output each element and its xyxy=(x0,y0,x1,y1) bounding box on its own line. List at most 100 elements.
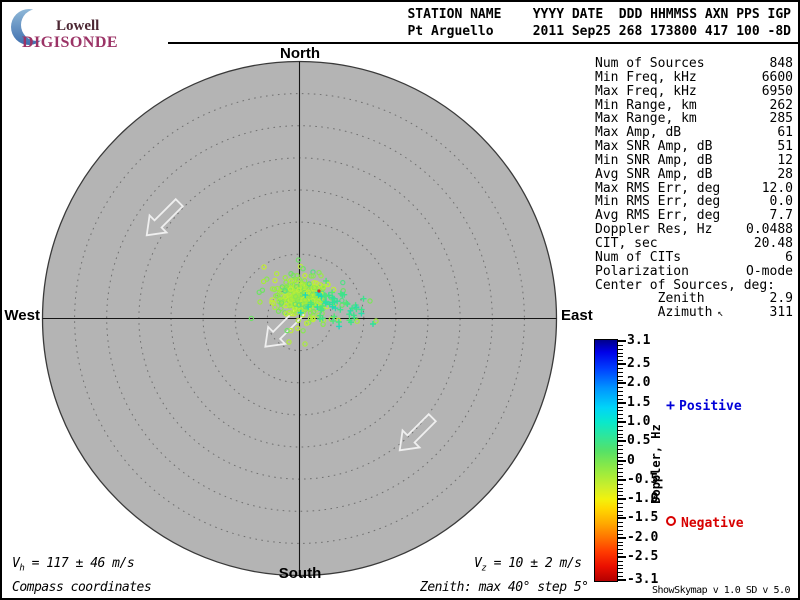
colorbar-gradient xyxy=(594,339,618,582)
stat-value: 12.0 xyxy=(761,180,793,196)
stat-label: Polarization xyxy=(595,263,689,279)
colorbar-tick-label: 3.1 xyxy=(627,333,651,348)
colorbar-tick-label: 1.0 xyxy=(627,414,651,429)
colorbar-minor-tick xyxy=(618,526,623,527)
stat-row: Num of CITs 6 xyxy=(595,249,793,265)
colorbar-tick-label: 0 xyxy=(627,452,635,468)
colorbar-minor-tick xyxy=(618,375,623,377)
colorbar-minor-tick xyxy=(618,410,623,412)
stat-label: Max Freq, kHz xyxy=(595,83,697,99)
colorbar-tick-label: -1.5 xyxy=(627,510,659,526)
header-column-labels: STATION NAME YYYY DATE DDD HHMMSS AXN PP… xyxy=(407,7,791,22)
colorbar-minor-tick xyxy=(618,379,623,381)
stat-label: Num of CITs xyxy=(595,249,682,265)
stat-value: 28 xyxy=(777,166,793,182)
legend-positive: + Positive xyxy=(666,396,742,414)
colorbar-major-tick xyxy=(617,459,626,462)
app-version: ShowSkymap v 1.0 SD v 5.0 xyxy=(652,585,791,596)
colorbar-minor-tick xyxy=(618,387,623,389)
stat-row: Max SNR Amp, dB 51 xyxy=(595,140,793,154)
coordinate-system-label: Compass coordinates xyxy=(12,580,152,595)
stat-row: Min SNR Amp, dB 12 xyxy=(595,154,793,168)
colorbar-minor-tick xyxy=(618,495,623,497)
stat-row: Center of Sources, deg: xyxy=(595,277,793,293)
stat-label: Min Freq, kHz xyxy=(595,69,697,85)
stat-value: O-mode xyxy=(746,263,793,279)
colorbar-major-tick xyxy=(617,536,626,539)
colorbar-minor-tick xyxy=(618,445,623,447)
stat-label: Doppler Res, Hz xyxy=(595,222,713,238)
colorbar-minor-tick xyxy=(618,395,623,396)
stat-label: Max RMS Err, deg xyxy=(595,180,721,196)
stat-label: Max Amp, dB xyxy=(595,125,682,141)
stat-label: Max SNR Amp, dB xyxy=(595,139,713,155)
colorbar-major-tick xyxy=(617,421,626,423)
zenith-range-note: Zenith: max 40° step 5° xyxy=(420,580,589,595)
stat-row: Min Range, km 262 xyxy=(595,97,793,113)
showskymap-window: Lowell DIGISONDE STATION NAME YYYY DATE … xyxy=(0,0,800,600)
vertical-velocity-readout: Vz = 10 ± 2 m/s xyxy=(474,556,582,574)
colorbar-minor-tick xyxy=(618,452,623,454)
colorbar-tick-label: 0.5 xyxy=(627,433,651,449)
stat-label: Avg SNR Amp, dB xyxy=(595,166,713,182)
colorbar-minor-tick xyxy=(618,533,623,535)
header-divider xyxy=(168,42,798,44)
colorbar-minor-tick xyxy=(618,541,623,543)
colorbar-minor-tick xyxy=(618,502,623,504)
colorbar-minor-tick xyxy=(618,456,623,458)
stat-row: Max Range, km 285 xyxy=(595,112,793,126)
colorbar-minor-tick xyxy=(618,344,623,346)
circle-marker-icon xyxy=(666,516,676,526)
colorbar-minor-tick xyxy=(618,472,623,474)
colorbar-minor-tick xyxy=(618,418,623,420)
colorbar-tick-label: -2.5 xyxy=(627,548,659,564)
colorbar-minor-tick xyxy=(618,391,623,393)
stat-label: Min SNR Amp, dB xyxy=(595,152,713,168)
legend-negative: Negative xyxy=(666,516,744,531)
colorbar-minor-tick xyxy=(618,576,623,578)
colorbar-axis-label: Doppler, Hz xyxy=(649,424,663,504)
stat-row: Avg RMS Err, deg 7.7 xyxy=(595,209,793,223)
stat-label: Min Range, km xyxy=(595,97,697,113)
colorbar-minor-tick xyxy=(618,545,623,547)
colorbar-minor-tick xyxy=(618,510,623,512)
colorbar-minor-tick xyxy=(618,475,623,477)
legend-negative-label: Negative xyxy=(681,516,744,531)
colorbar-minor-tick xyxy=(618,360,623,362)
stat-row: Min Freq, kHz 6600 xyxy=(595,69,793,85)
stat-value: 6 xyxy=(785,249,793,265)
header-station-values: Pt Arguello 2011 Sep25 268 173800 417 10… xyxy=(407,24,791,39)
stat-row: Avg SNR Amp, dB 28 xyxy=(595,166,793,182)
stat-value: 61 xyxy=(777,125,793,141)
horizontal-velocity-readout: Vh = 117 ± 46 m/s xyxy=(12,556,135,574)
colorbar-minor-tick xyxy=(618,429,623,431)
stat-row: Azimuth ↖ 311 xyxy=(595,306,793,320)
colorbar-minor-tick xyxy=(618,560,623,562)
colorbar-minor-tick xyxy=(618,487,623,489)
colorbar-minor-tick xyxy=(618,514,623,516)
colorbar-major-tick xyxy=(617,401,626,404)
stat-value: 0.0488 xyxy=(746,222,793,238)
colorbar-minor-tick xyxy=(618,529,623,531)
stat-row: Max Freq, kHz 6950 xyxy=(595,83,793,99)
stat-value: 848 xyxy=(769,56,793,71)
colorbar-tick-label: 2.0 xyxy=(627,375,651,391)
plus-marker-icon: + xyxy=(666,396,676,414)
colorbar-major-tick xyxy=(617,478,626,481)
colorbar-minor-tick xyxy=(618,398,623,400)
stat-label: Min RMS Err, deg xyxy=(595,194,721,210)
colorbar-minor-tick xyxy=(618,491,623,493)
stat-label: Zenith xyxy=(595,291,705,307)
colorbar-minor-tick xyxy=(618,368,623,369)
stat-label: Max Range, km xyxy=(595,111,697,127)
colorbar-major-tick xyxy=(617,363,626,366)
stat-value: 20.48 xyxy=(753,235,793,251)
stat-label: Avg RMS Err, deg xyxy=(595,208,721,224)
stat-label: Center of Sources, deg: xyxy=(595,277,776,293)
colorbar-minor-tick xyxy=(618,356,623,358)
colorbar-minor-tick xyxy=(618,506,623,508)
colorbar-minor-tick xyxy=(618,406,623,408)
stat-value: 262 xyxy=(769,97,793,113)
colorbar-tick-label: 1.5 xyxy=(627,394,651,410)
colorbar-minor-tick xyxy=(618,572,623,574)
